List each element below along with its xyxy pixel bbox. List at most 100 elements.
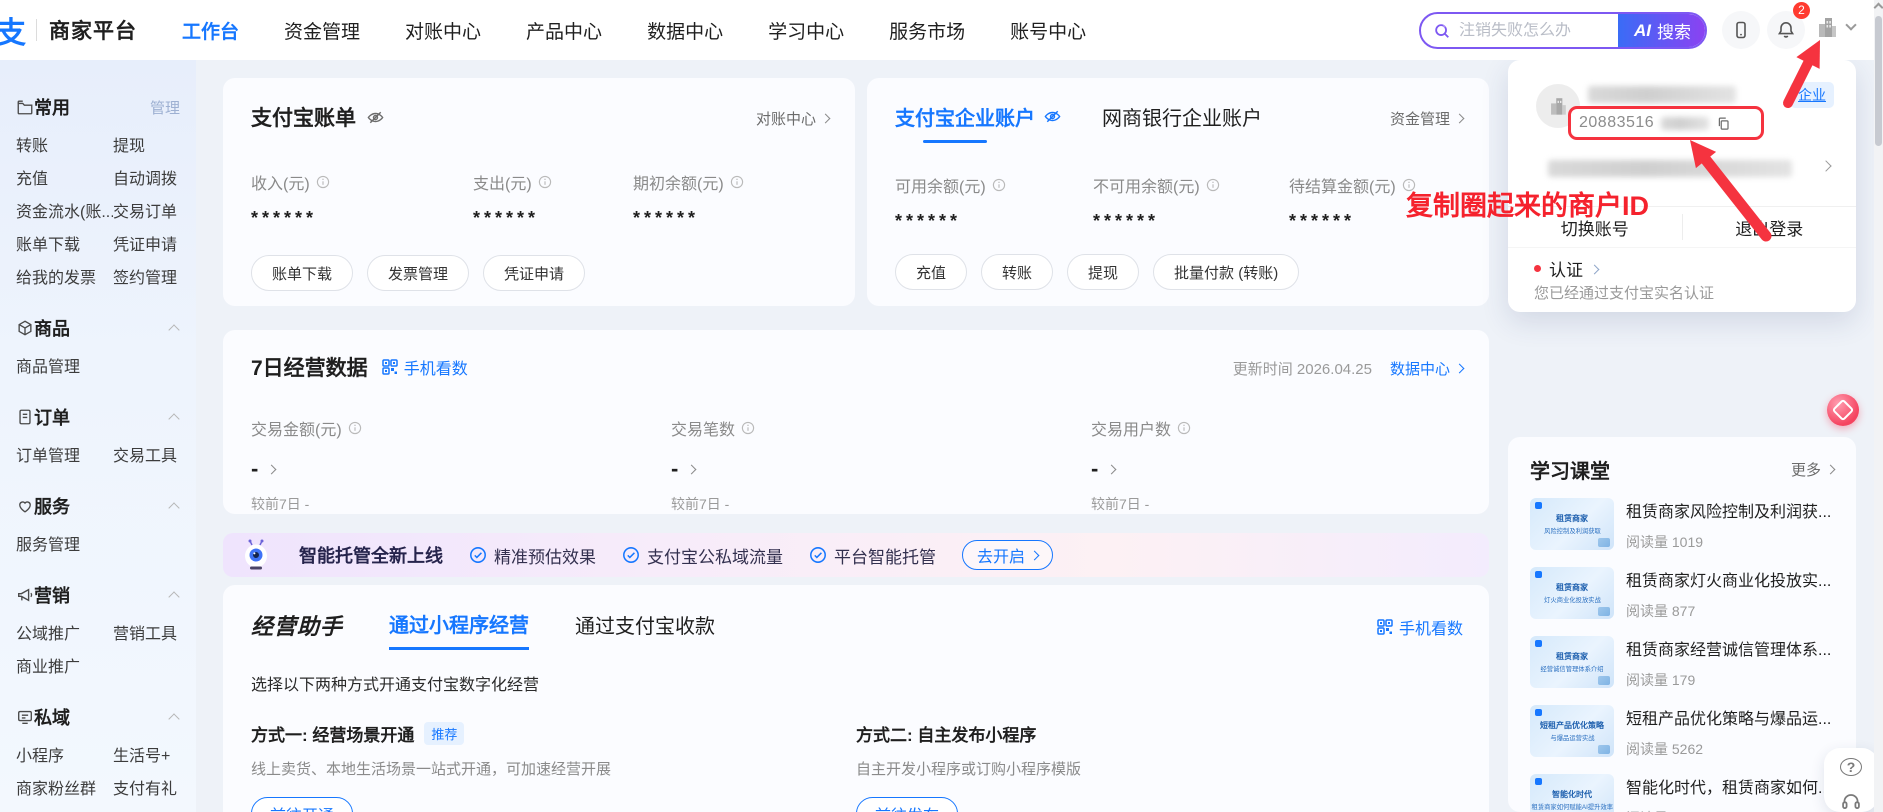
sidebar-item[interactable]: 提现 <box>113 132 186 156</box>
metric-value[interactable]: - <box>671 456 1091 482</box>
sidebar-item[interactable]: 给我的发票 <box>16 264 113 288</box>
sidebar-item[interactable]: 商品管理 <box>16 353 113 377</box>
mobile-app-button[interactable] <box>1722 11 1760 49</box>
bill-card-title: 支付宝账单 <box>251 102 356 132</box>
enterprise-badge[interactable]: 企业 <box>1790 82 1834 108</box>
assistant-phone-view-link[interactable]: 手机看数 <box>1377 615 1463 639</box>
fund-management-link[interactable]: 资金管理 <box>1390 108 1463 129</box>
metric-label-text: 收入(元) <box>251 170 310 194</box>
sidebar-item[interactable]: 支付有礼 <box>113 775 186 799</box>
help-question-icon[interactable]: ? <box>1840 758 1862 776</box>
scrollbar-thumb[interactable] <box>1875 16 1882 146</box>
sidebar-item[interactable]: 订单管理 <box>16 442 113 466</box>
chevron-right-icon <box>1107 464 1117 474</box>
search-bar[interactable]: AI 搜索 <box>1419 12 1707 49</box>
nav-item-0[interactable]: 工作台 <box>182 17 239 44</box>
sidebar-item[interactable]: 转账 <box>16 132 113 156</box>
sidebar-item[interactable]: 账单下载 <box>16 231 113 255</box>
sidebar-item[interactable]: 卡包 <box>16 808 113 812</box>
metric-label: 期初余额(元) <box>633 170 813 194</box>
sidebar-item[interactable]: 服务管理 <box>16 531 113 555</box>
learning-more-link[interactable]: 更多 <box>1791 459 1834 480</box>
sidebar-item[interactable]: 小程序 <box>16 742 113 766</box>
action-button[interactable]: 转账 <box>981 254 1053 290</box>
learning-item-1[interactable]: 租赁商家灯火商业化投放实战租赁商家灯火商业化投放实...阅读量 877 <box>1530 567 1834 621</box>
info-icon[interactable] <box>741 421 755 435</box>
scroll-up-arrow-icon[interactable] <box>1874 3 1883 13</box>
nav-item-7[interactable]: 账号中心 <box>1010 17 1086 44</box>
eye-off-icon[interactable] <box>366 108 385 127</box>
option-go-button[interactable]: 前往开通 <box>251 797 353 812</box>
sidebar-item[interactable]: 商业推广 <box>16 653 113 677</box>
chevron-up-icon[interactable] <box>168 502 179 513</box>
action-button[interactable]: 批量付款 (转账) <box>1153 254 1299 290</box>
sidebar-item[interactable]: 自动调拨 <box>113 165 186 189</box>
sidebar-item[interactable]: 凭证申请 <box>113 231 186 255</box>
metric-value[interactable]: - <box>1091 456 1391 482</box>
learning-item-4[interactable]: 智能化时代租赁商家如何赋能AI提升效率智能化时代，租赁商家如何...阅读量 66… <box>1530 774 1834 812</box>
page-scrollbar[interactable] <box>1874 0 1883 812</box>
chevron-up-icon[interactable] <box>168 413 179 424</box>
action-button[interactable]: 凭证申请 <box>483 255 585 291</box>
search-input[interactable] <box>1459 22 1620 40</box>
metric-value[interactable]: - <box>251 456 671 482</box>
sidebar-item[interactable]: 商家粉丝群 <box>16 775 113 799</box>
chevron-up-icon[interactable] <box>168 324 179 335</box>
merchant-id-field[interactable]: 20883516 <box>1568 106 1764 140</box>
metric-label: 不可用余额(元) <box>1093 173 1289 197</box>
profile-action-1[interactable]: 退出登录 <box>1683 207 1857 247</box>
sidebar-item[interactable]: 资金流水(账... <box>16 198 113 222</box>
info-icon[interactable] <box>1206 178 1220 192</box>
info-icon[interactable] <box>538 175 552 189</box>
certification-link[interactable]: 认证 <box>1534 256 1598 281</box>
nav-item-2[interactable]: 对账中心 <box>405 17 481 44</box>
brand[interactable]: 支 商家平台 <box>4 0 137 60</box>
info-icon[interactable] <box>730 175 744 189</box>
eye-off-icon[interactable] <box>1043 107 1062 126</box>
nav-item-5[interactable]: 学习中心 <box>768 17 844 44</box>
metric-compare: 较前7日 - <box>1091 494 1391 514</box>
sidebar-item[interactable]: 生活号+ <box>113 742 186 766</box>
sidebar-manage-link[interactable]: 管理 <box>150 97 180 118</box>
assistant-tab-0[interactable]: 通过小程序经营 <box>389 609 529 650</box>
ai-search-button[interactable]: AI 搜索 <box>1618 12 1707 49</box>
nav-item-6[interactable]: 服务市场 <box>889 17 965 44</box>
nav-item-3[interactable]: 产品中心 <box>526 17 602 44</box>
sidebar-item[interactable]: 签约管理 <box>113 264 186 288</box>
phone-view-link[interactable]: 手机看数 <box>382 355 468 379</box>
sidebar-item[interactable]: 交易工具 <box>113 442 186 466</box>
action-button[interactable]: 账单下载 <box>251 255 353 291</box>
chevron-right-icon[interactable] <box>1820 160 1831 171</box>
info-icon[interactable] <box>1177 421 1191 435</box>
account-tab-0[interactable]: 支付宝企业账户 <box>895 102 1062 131</box>
option-go-button[interactable]: 前往发布 <box>856 797 958 812</box>
nav-item-1[interactable]: 资金管理 <box>284 17 360 44</box>
info-icon[interactable] <box>316 175 330 189</box>
info-icon[interactable] <box>992 178 1006 192</box>
reconciliation-center-link[interactable]: 对账中心 <box>756 108 829 129</box>
sidebar-item[interactable]: 交易订单 <box>113 198 186 222</box>
learning-item-3[interactable]: 短租产品优化策略与爆品运营实战短租产品优化策略与爆品运...阅读量 5262 <box>1530 705 1834 759</box>
data-center-link[interactable]: 数据中心 <box>1390 358 1463 379</box>
chevron-up-icon[interactable] <box>168 591 179 602</box>
promo-float-icon[interactable] <box>1827 394 1859 426</box>
chevron-up-icon[interactable] <box>168 713 179 724</box>
account-tab-1[interactable]: 网商银行企业账户 <box>1102 102 1262 131</box>
sidebar-item[interactable]: 营销工具 <box>113 620 186 644</box>
assistant-tab-1[interactable]: 通过支付宝收款 <box>575 610 715 641</box>
action-button[interactable]: 提现 <box>1067 254 1139 290</box>
nav-item-4[interactable]: 数据中心 <box>647 17 723 44</box>
info-icon[interactable] <box>348 421 362 435</box>
sidebar-item[interactable]: 公域推广 <box>16 620 113 644</box>
sidebar-item[interactable]: 小游戏 <box>113 808 186 812</box>
action-button[interactable]: 发票管理 <box>367 255 469 291</box>
sidebar-item[interactable]: 充值 <box>16 165 113 189</box>
customer-service-headset-icon[interactable] <box>1840 790 1862 812</box>
sidebar-section-4: 营销公域推广营销工具商业推广 <box>16 582 186 677</box>
learning-item-0[interactable]: 租赁商家风险控制及利润获取租赁商家风险控制及利润获...阅读量 1019 <box>1530 498 1834 552</box>
account-avatar-button[interactable] <box>1812 12 1855 42</box>
learning-item-2[interactable]: 租赁商家经营诚信管理体系介绍租赁商家经营诚信管理体系...阅读量 179 <box>1530 636 1834 690</box>
action-button[interactable]: 充值 <box>895 254 967 290</box>
copy-icon[interactable] <box>1716 116 1731 131</box>
banner-open-button[interactable]: 去开启 <box>962 540 1053 570</box>
